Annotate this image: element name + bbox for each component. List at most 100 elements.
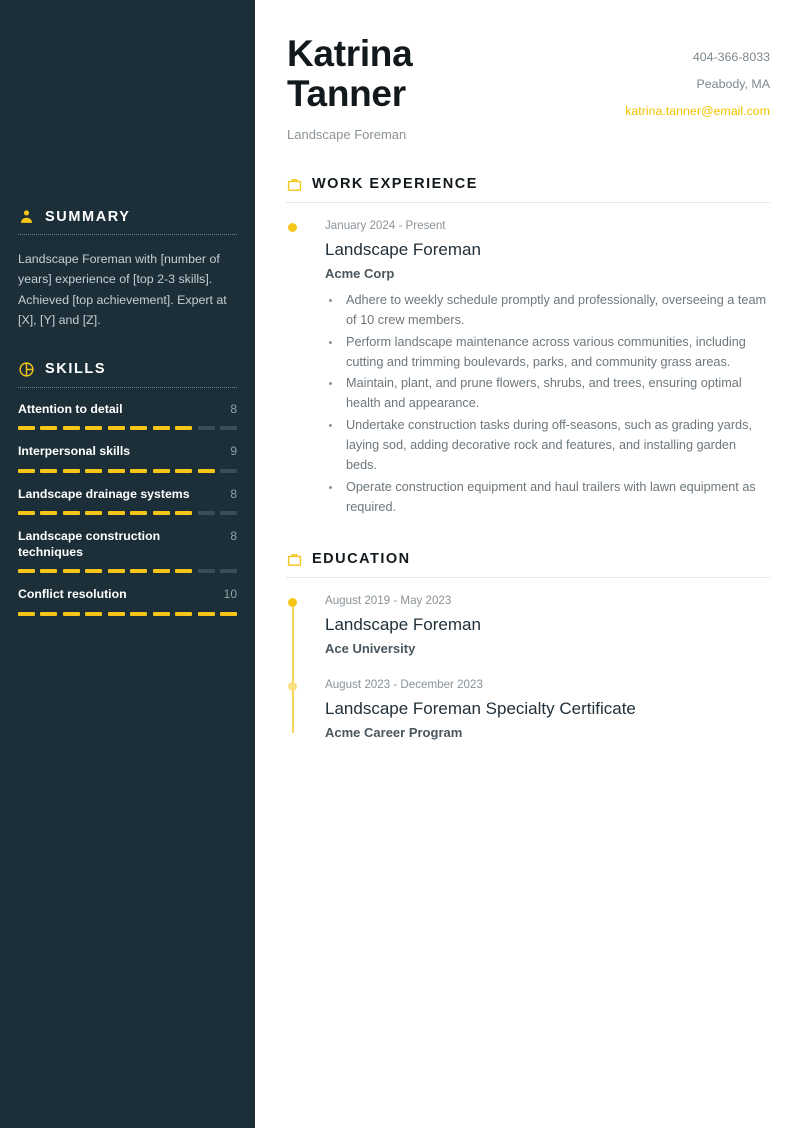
contact-location: Peabody, MA (696, 77, 770, 91)
entry-organization: Acme Career Program (325, 725, 463, 741)
skill-rating-segment (18, 468, 36, 473)
contact-email[interactable]: katrina.tanner@email.com (625, 104, 770, 118)
skills-divider (18, 386, 237, 388)
timeline-dot (288, 682, 297, 692)
skill-rating-segment (107, 426, 125, 431)
contact-phone[interactable]: 404-366-8033 (625, 50, 770, 64)
skill-rating-segment (130, 511, 148, 516)
skill-rating-bar (18, 511, 237, 516)
skill-score: 9 (230, 444, 237, 459)
skill-rating-segment (152, 426, 170, 431)
education-section: EDUCATION August 2019 - May 2023 Landscap… (287, 551, 770, 740)
timeline-connector (292, 601, 294, 734)
skill-rating-segment (152, 511, 170, 516)
skill-rating-segment (18, 511, 36, 516)
skill-score: 8 (230, 486, 237, 501)
skills-list: Attention to detail 8 Interpersonal skills… (18, 402, 237, 616)
briefcase-icon (287, 552, 302, 567)
skill-item: Attention to detail 8 (18, 402, 237, 431)
entry-date: January 2024 - Present (325, 219, 446, 232)
skill-rating-segment (219, 511, 237, 516)
timeline-dot (288, 598, 297, 608)
skill-rating-segment (175, 569, 193, 574)
skill-rating-bar (18, 468, 237, 473)
education-title: EDUCATION (312, 551, 411, 568)
entry-organization: Ace University (325, 641, 416, 657)
skill-rating-segment (85, 511, 103, 516)
skill-rating-segment (40, 611, 58, 616)
skill-rating-segment (130, 468, 148, 473)
skill-item: Interpersonal skills 9 (18, 444, 237, 473)
summary-title: SUMMARY (45, 208, 131, 225)
skill-rating-segment (85, 468, 103, 473)
timeline-entry: August 2023 - December 2023 Landscape For… (288, 678, 770, 741)
work-experience-section: WORK EXPERIENCE January 2024 - Present La… (287, 176, 770, 517)
work-timeline: January 2024 - Present Landscape Foreman A… (287, 219, 770, 517)
summary-divider (18, 234, 237, 235)
education-divider (287, 577, 770, 579)
skill-rating-segment (219, 569, 237, 574)
skill-rating-segment (197, 611, 215, 616)
skill-rating-segment (130, 426, 148, 431)
skill-rating-segment (18, 426, 36, 431)
skill-score: 8 (230, 401, 237, 416)
last-name: Tanner (287, 73, 406, 114)
resume-page: SUMMARY Landscape Foreman with [number o… (0, 0, 800, 1128)
skill-rating-segment (219, 468, 237, 473)
skill-rating-segment (197, 511, 215, 516)
skill-rating-segment (40, 511, 58, 516)
skill-item: Conflict resolution 10 (18, 587, 237, 616)
skill-rating-bar (18, 569, 237, 574)
skill-rating-segment (107, 511, 125, 516)
skill-rating-segment (219, 426, 237, 431)
skill-rating-segment (107, 611, 125, 616)
skill-score: 8 (230, 529, 237, 544)
skill-rating-segment (175, 611, 193, 616)
skill-rating-segment (62, 611, 80, 616)
skill-rating-segment (62, 569, 80, 574)
briefcase-icon (287, 177, 302, 192)
skills-heading: SKILLS (18, 361, 237, 378)
entry-title: Landscape Foreman (325, 240, 481, 259)
skill-row: Landscape construction techniques 8 (18, 529, 237, 560)
entry-bullet-list: Adhere to weekly schedule promptly and p… (342, 290, 770, 517)
skill-score: 10 (223, 587, 237, 602)
summary-heading: SUMMARY (18, 208, 237, 225)
skill-item: Landscape drainage systems 8 (18, 487, 237, 516)
entry-title: Landscape Foreman Specialty Certificate (325, 699, 636, 719)
skill-rating-segment (175, 426, 193, 431)
skill-rating-segment (152, 468, 170, 473)
timeline-entry: August 2019 - May 2023 Landscape Foreman A… (288, 594, 770, 657)
entry-date: August 2019 - May 2023 (325, 594, 452, 608)
identity-block: Katrina Tanner Landscape Foreman (287, 34, 413, 143)
work-heading: WORK EXPERIENCE (287, 176, 770, 192)
skill-rating-segment (40, 468, 58, 473)
skill-rating-segment (197, 468, 215, 473)
skill-name: Landscape drainage systems (18, 486, 190, 501)
skill-rating-segment (197, 569, 215, 574)
skill-rating-segment (85, 569, 103, 574)
timeline-dot (288, 223, 297, 232)
skill-rating-segment (130, 611, 148, 616)
skill-name: Attention to detail (18, 401, 123, 416)
sidebar: SUMMARY Landscape Foreman with [number o… (0, 0, 255, 1128)
entry-organization: Acme Corp (325, 266, 395, 281)
entry-bullet: Adhere to weekly schedule promptly and p… (342, 290, 770, 331)
page-title: Katrina Tanner (287, 34, 413, 114)
work-title: WORK EXPERIENCE (312, 176, 478, 192)
resume-header: Katrina Tanner Landscape Foreman 404-366… (287, 34, 770, 143)
skill-row: Interpersonal skills 9 (18, 444, 237, 460)
skill-rating-segment (152, 611, 170, 616)
skills-title: SKILLS (45, 361, 107, 378)
education-timeline: August 2019 - May 2023 Landscape Foreman A… (287, 594, 770, 740)
entry-title: Landscape Foreman (325, 615, 481, 635)
summary-text: Landscape Foreman with [number of years]… (18, 252, 227, 328)
skill-rating-segment (85, 426, 103, 431)
skill-name: Conflict resolution (18, 587, 127, 602)
education-heading: EDUCATION (287, 551, 770, 567)
skill-rating-segment (62, 426, 80, 431)
skill-rating-segment (107, 569, 125, 574)
skill-rating-segment (175, 468, 193, 473)
skill-rating-segment (18, 611, 36, 616)
skill-name: Landscape construction techniques (18, 529, 161, 559)
